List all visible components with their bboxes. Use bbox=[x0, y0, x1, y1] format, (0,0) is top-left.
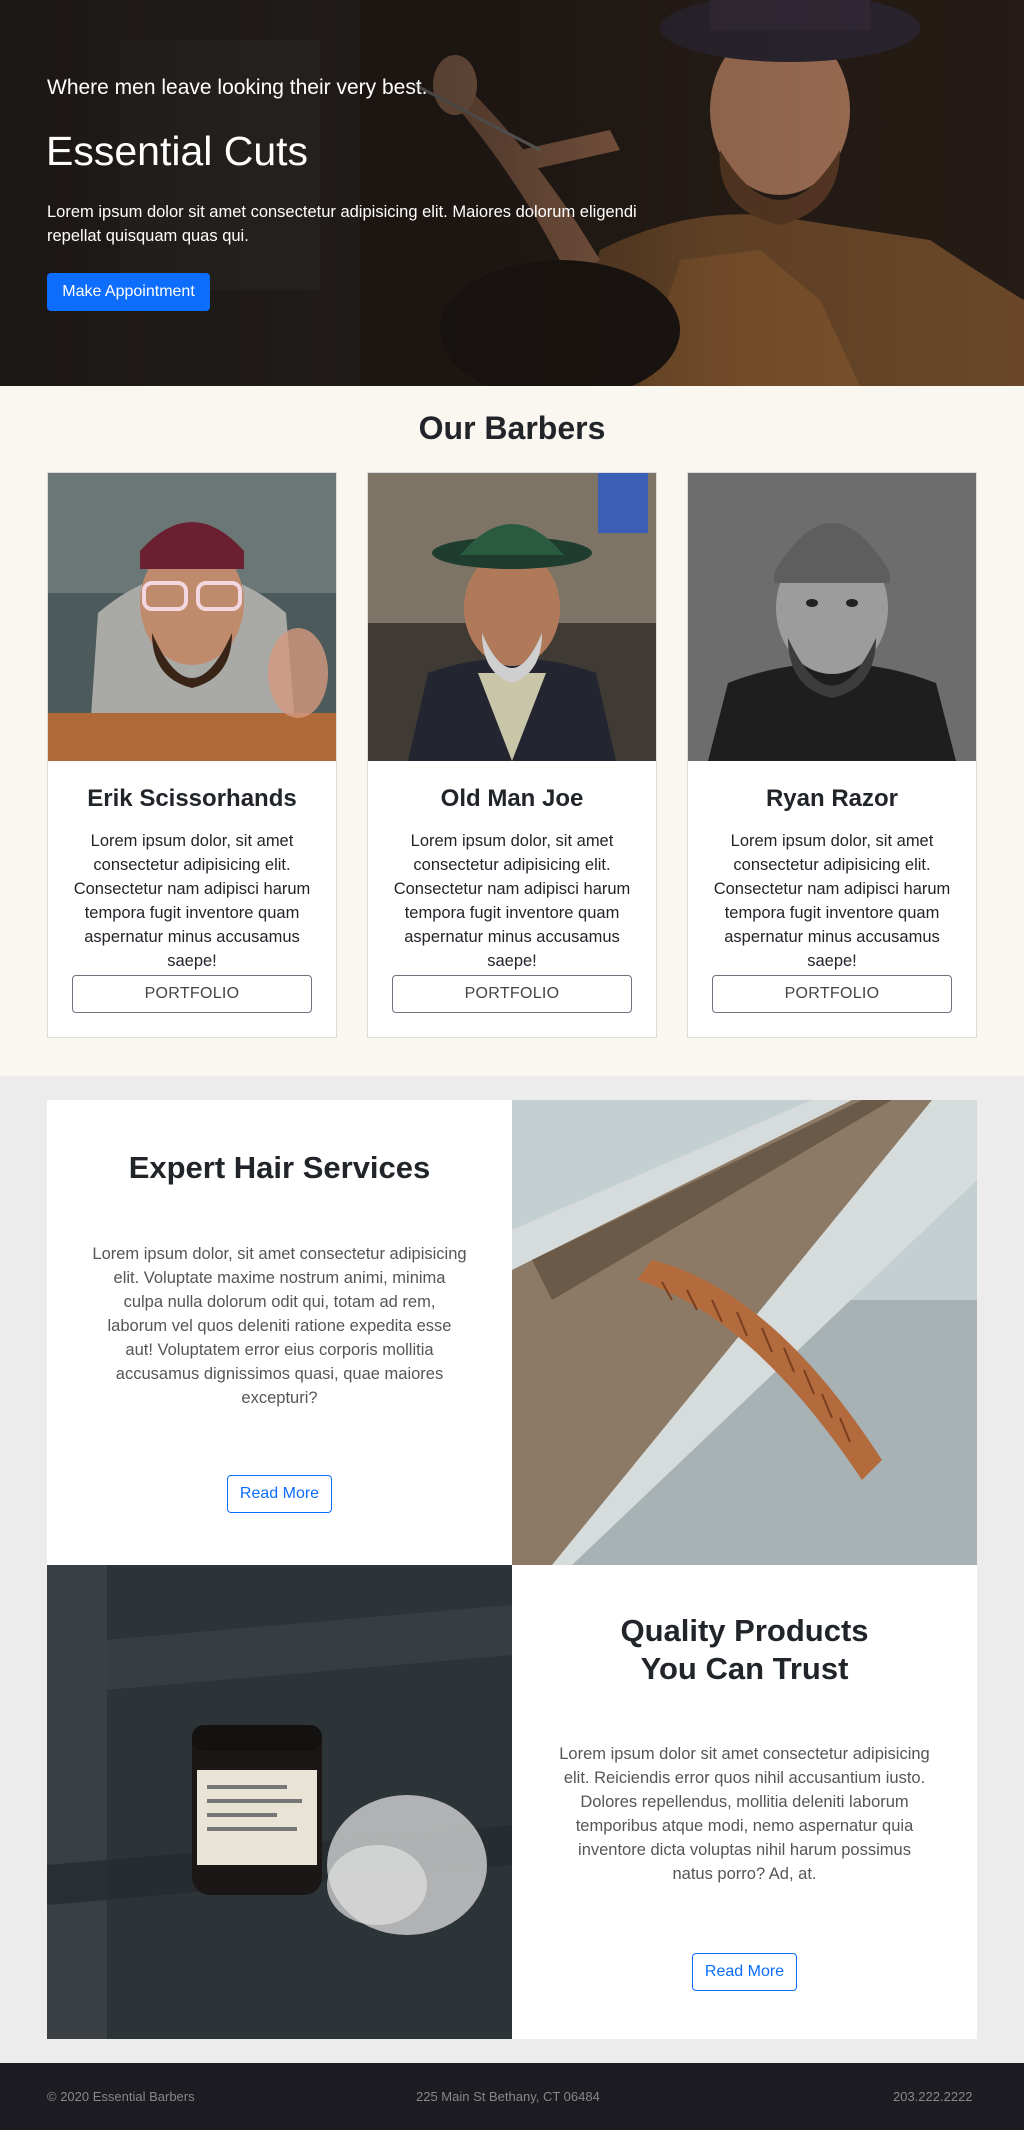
footer: © 2020 Essential Barbers 225 Main St Bet… bbox=[0, 2063, 1024, 2130]
barber-bio: Lorem ipsum dolor, sit amet consectetur … bbox=[713, 832, 951, 970]
barbers-title: Our Barbers bbox=[418, 410, 606, 446]
portfolio-button[interactable]: PORTFOLIO bbox=[392, 975, 632, 1013]
products-title-line2: You Can Trust bbox=[640, 1651, 849, 1686]
hero-tagline: Where men leave looking their very best. bbox=[47, 76, 428, 99]
hero-description: Lorem ipsum dolor sit amet consectetur a… bbox=[47, 203, 637, 245]
comb-photo bbox=[512, 1100, 977, 1565]
barber-photo bbox=[48, 473, 336, 761]
services-panel: Expert Hair Services Lorem ipsum dolor, … bbox=[47, 1100, 512, 1565]
hero-overlay bbox=[0, 0, 1024, 386]
barber-photo bbox=[688, 473, 976, 761]
barber-bio: Lorem ipsum dolor, sit amet consectetur … bbox=[393, 832, 631, 970]
products-read-more-button[interactable]: Read More bbox=[692, 1953, 797, 1991]
portfolio-button[interactable]: PORTFOLIO bbox=[72, 975, 312, 1013]
services-title: Expert Hair Services bbox=[128, 1150, 431, 1185]
barber-name: Ryan Razor bbox=[765, 785, 899, 812]
products-panel: Quality Products You Can Trust Lorem ips… bbox=[512, 1565, 977, 2039]
barber-card: Erik Scissorhands Lorem ipsum dolor, sit… bbox=[47, 472, 337, 1038]
barber-card: Ryan Razor Lorem ipsum dolor, sit amet c… bbox=[687, 472, 977, 1038]
services-text: Lorem ipsum dolor, sit amet consectetur … bbox=[92, 1245, 467, 1407]
products-text: Lorem ipsum dolor sit amet consectetur a… bbox=[559, 1745, 930, 1883]
barber-bio: Lorem ipsum dolor, sit amet consectetur … bbox=[73, 832, 311, 970]
products-title-line1: Quality Products bbox=[620, 1613, 869, 1648]
services-read-more-button[interactable]: Read More bbox=[227, 1475, 332, 1513]
barber-name: Old Man Joe bbox=[440, 785, 584, 812]
hero-section: Where men leave looking their very best.… bbox=[0, 0, 1024, 386]
products-title: Quality Products You Can Trust bbox=[512, 1612, 977, 1688]
barber-name: Erik Scissorhands bbox=[87, 785, 297, 812]
barber-photo bbox=[368, 473, 656, 761]
product-jar-photo bbox=[47, 1565, 512, 2039]
hero-title: Essential Cuts bbox=[46, 128, 309, 174]
make-appointment-button[interactable]: Make Appointment bbox=[47, 273, 210, 311]
barber-card: Old Man Joe Lorem ipsum dolor, sit amet … bbox=[367, 472, 657, 1038]
footer-address: 225 Main St Bethany, CT 06484 bbox=[416, 2089, 600, 2104]
barbers-section: Our Barbers Erik Scissorhands Lorem ipsu… bbox=[0, 386, 1024, 1076]
footer-phone: 203.222.2222 bbox=[893, 2089, 973, 2104]
portfolio-button[interactable]: PORTFOLIO bbox=[712, 975, 952, 1013]
footer-copyright: © 2020 Essential Barbers bbox=[47, 2089, 195, 2104]
